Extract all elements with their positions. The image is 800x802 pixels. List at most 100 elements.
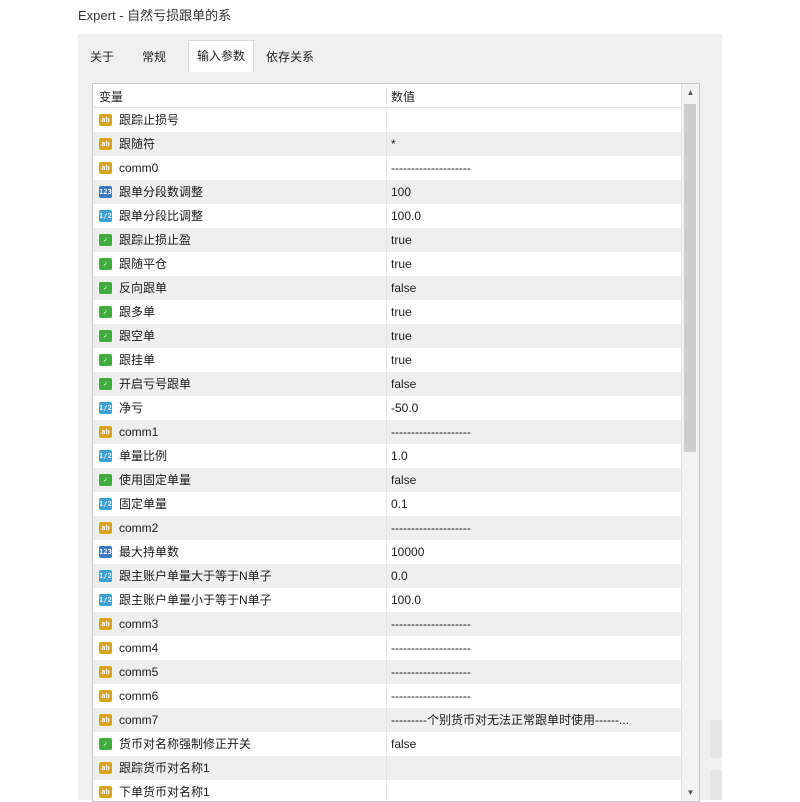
parameter-name: comm3 bbox=[119, 617, 159, 631]
parameter-value[interactable]: 0.1 bbox=[391, 492, 408, 516]
parameter-row[interactable]: ab 跟踪货币对名称1 bbox=[93, 756, 681, 780]
parameter-value[interactable]: 1.0 bbox=[391, 444, 408, 468]
column-divider bbox=[386, 156, 387, 180]
parameter-row[interactable]: 1/2 净亏 -50.0 bbox=[93, 396, 681, 420]
parameter-row[interactable]: ✓ 跟挂单 true bbox=[93, 348, 681, 372]
parameter-value[interactable]: true bbox=[391, 348, 412, 372]
parameter-name: comm2 bbox=[119, 521, 159, 535]
parameter-row[interactable]: ✓ 使用固定单量 false bbox=[93, 468, 681, 492]
column-header-variable[interactable]: 变量 bbox=[99, 88, 123, 105]
param-type-dbl-icon: 1/2 bbox=[99, 450, 112, 462]
param-type-ab-icon: ab bbox=[99, 642, 112, 654]
parameter-row[interactable]: ab comm6 -------------------- bbox=[93, 684, 681, 708]
column-divider bbox=[386, 516, 387, 540]
parameter-value[interactable]: -------------------- bbox=[391, 636, 471, 660]
column-divider bbox=[386, 684, 387, 708]
parameter-value[interactable]: -------------------- bbox=[391, 420, 471, 444]
parameter-value[interactable]: 10000 bbox=[391, 540, 424, 564]
parameter-name: 跟随平仓 bbox=[119, 257, 168, 271]
parameter-row[interactable]: ab comm7 ---------个别货币对无法正常跟单时使用------... bbox=[93, 708, 681, 732]
tab-bar: 关于 常规 输入参数 依存关系 bbox=[78, 34, 722, 73]
column-divider bbox=[386, 420, 387, 444]
parameter-row[interactable]: ab comm0 -------------------- bbox=[93, 156, 681, 180]
param-type-bool-icon: ✓ bbox=[99, 234, 112, 246]
window-title: Expert - 自然亏损跟单的系 bbox=[78, 8, 232, 23]
parameter-row[interactable]: ✓ 跟踪止损止盈 true bbox=[93, 228, 681, 252]
parameter-value[interactable]: -50.0 bbox=[391, 396, 418, 420]
vertical-scrollbar[interactable]: ▲ ▼ bbox=[681, 84, 699, 801]
parameter-value[interactable]: -------------------- bbox=[391, 660, 471, 684]
parameter-value[interactable]: 100.0 bbox=[391, 204, 421, 228]
parameter-name: comm4 bbox=[119, 641, 159, 655]
parameter-row[interactable]: 1/2 单量比例 1.0 bbox=[93, 444, 681, 468]
column-divider bbox=[386, 372, 387, 396]
parameter-row[interactable]: ab 下单货币对名称1 bbox=[93, 780, 681, 801]
param-type-ab-icon: ab bbox=[99, 786, 112, 798]
column-divider bbox=[386, 492, 387, 516]
parameter-row[interactable]: ab comm1 -------------------- bbox=[93, 420, 681, 444]
parameter-value[interactable]: * bbox=[391, 132, 396, 156]
tab-inputs[interactable]: 输入参数 bbox=[188, 40, 255, 72]
param-type-dbl-icon: 1/2 bbox=[99, 402, 112, 414]
parameter-name: 跟随符 bbox=[119, 137, 156, 151]
parameter-value[interactable]: false bbox=[391, 732, 416, 756]
param-type-ab-icon: ab bbox=[99, 138, 112, 150]
parameter-value[interactable]: false bbox=[391, 372, 416, 396]
parameter-value[interactable]: 0.0 bbox=[391, 564, 408, 588]
parameter-value[interactable]: true bbox=[391, 324, 412, 348]
column-divider bbox=[386, 396, 387, 420]
parameter-row[interactable]: 123 跟单分段数调整 100 bbox=[93, 180, 681, 204]
parameter-row[interactable]: ab 跟踪止损号 bbox=[93, 108, 681, 132]
parameter-value[interactable]: true bbox=[391, 252, 412, 276]
parameter-row[interactable]: 1/2 跟主账户单量大于等于N单子 0.0 bbox=[93, 564, 681, 588]
scroll-down-icon[interactable]: ▼ bbox=[682, 784, 699, 801]
parameter-row[interactable]: 1/2 跟单分段比调整 100.0 bbox=[93, 204, 681, 228]
column-divider bbox=[386, 228, 387, 252]
column-divider bbox=[386, 108, 387, 132]
side-scroll-handle[interactable] bbox=[710, 720, 722, 758]
parameter-value[interactable]: true bbox=[391, 228, 412, 252]
parameter-value[interactable]: false bbox=[391, 276, 416, 300]
parameter-name: 跟多单 bbox=[119, 305, 156, 319]
parameter-value[interactable]: -------------------- bbox=[391, 156, 471, 180]
parameter-row[interactable]: 123 最大持单数 10000 bbox=[93, 540, 681, 564]
parameter-value[interactable]: false bbox=[391, 468, 416, 492]
parameter-row[interactable]: ✓ 跟多单 true bbox=[93, 300, 681, 324]
parameter-row[interactable]: ab 跟随符 * bbox=[93, 132, 681, 156]
side-scroll-handle[interactable] bbox=[710, 770, 722, 800]
parameter-value[interactable]: -------------------- bbox=[391, 612, 471, 636]
parameter-value[interactable]: 100.0 bbox=[391, 588, 421, 612]
parameter-row[interactable]: ✓ 开启亏号跟单 false bbox=[93, 372, 681, 396]
column-divider bbox=[386, 636, 387, 660]
column-header-value[interactable]: 数值 bbox=[391, 88, 415, 105]
scroll-thumb[interactable] bbox=[684, 104, 696, 452]
parameter-value[interactable]: -------------------- bbox=[391, 516, 471, 540]
column-divider[interactable] bbox=[386, 87, 387, 104]
parameter-value[interactable]: ---------个别货币对无法正常跟单时使用------... bbox=[391, 708, 629, 732]
parameter-value[interactable]: 100 bbox=[391, 180, 411, 204]
parameter-row[interactable]: ab comm3 -------------------- bbox=[93, 612, 681, 636]
column-divider bbox=[386, 132, 387, 156]
tab-about[interactable]: 关于 bbox=[82, 44, 122, 71]
parameter-value[interactable]: true bbox=[391, 300, 412, 324]
parameter-row[interactable]: 1/2 固定单量 0.1 bbox=[93, 492, 681, 516]
parameter-name: 下单货币对名称1 bbox=[119, 785, 210, 799]
tab-general[interactable]: 常规 bbox=[134, 44, 174, 71]
parameter-row[interactable]: ab comm5 -------------------- bbox=[93, 660, 681, 684]
scroll-up-icon[interactable]: ▲ bbox=[682, 84, 699, 101]
parameter-value[interactable]: -------------------- bbox=[391, 684, 471, 708]
parameter-name: 单量比例 bbox=[119, 449, 168, 463]
parameter-name: 反向跟单 bbox=[119, 281, 168, 295]
parameter-row[interactable]: ab comm4 -------------------- bbox=[93, 636, 681, 660]
column-divider bbox=[386, 780, 387, 801]
param-type-bool-icon: ✓ bbox=[99, 330, 112, 342]
parameter-name: 跟踪止损号 bbox=[119, 113, 180, 127]
tab-dependencies[interactable]: 依存关系 bbox=[258, 44, 322, 71]
param-type-ab-icon: ab bbox=[99, 162, 112, 174]
parameter-row[interactable]: ✓ 反向跟单 false bbox=[93, 276, 681, 300]
parameter-row[interactable]: ✓ 跟空单 true bbox=[93, 324, 681, 348]
parameter-row[interactable]: ✓ 货币对名称强制修正开关 false bbox=[93, 732, 681, 756]
parameter-row[interactable]: 1/2 跟主账户单量小于等于N单子 100.0 bbox=[93, 588, 681, 612]
parameter-row[interactable]: ✓ 跟随平仓 true bbox=[93, 252, 681, 276]
parameter-row[interactable]: ab comm2 -------------------- bbox=[93, 516, 681, 540]
